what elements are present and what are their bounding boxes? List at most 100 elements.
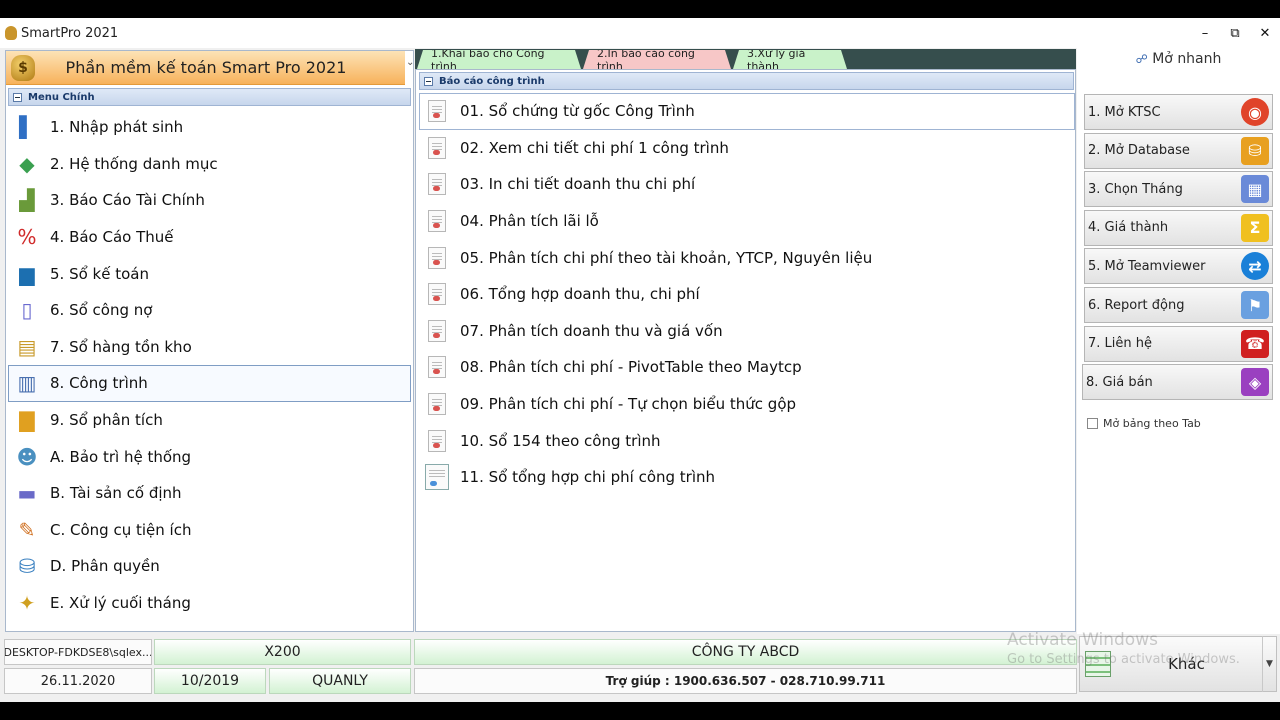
tab-3-xu-ly-gia-thanh[interactable]: 3.Xử lý giá thành: [733, 50, 847, 69]
report-section-title: Báo cáo công trình: [439, 75, 545, 87]
report-item-label: 09. Phân tích chi phí - Tự chọn biểu thứ…: [460, 395, 797, 414]
menu-item-1-nhap-phat-sinh[interactable]: ▌ 1. Nhập phát sinh: [8, 109, 411, 146]
report-item[interactable]: 03. In chi tiết doanh thu chi phí: [419, 166, 1075, 203]
building-icon: ▥: [17, 371, 37, 396]
money-bag-icon: [5, 26, 17, 40]
menu-item-label: A. Bảo trì hệ thống: [50, 447, 192, 466]
menu-item-d-phan-quyen[interactable]: ⛁ D. Phân quyền: [8, 548, 411, 585]
quick-button-3-chon-thang[interactable]: 3. Chọn Tháng ▦: [1084, 171, 1273, 208]
menu-item-2-he-thong-danh-muc[interactable]: ◆ 2. Hệ thống danh mục: [8, 146, 411, 183]
quick-button-2-mo-database[interactable]: 2. Mở Database ⛁: [1084, 132, 1273, 169]
menu-item-label: 3. Báo Cáo Tài Chính: [50, 191, 205, 210]
menu-item-3-bao-cao-tai-chinh[interactable]: ▟ 3. Báo Cáo Tài Chính: [8, 182, 411, 219]
open-as-tab-label: Mở bảng theo Tab: [1103, 417, 1201, 430]
report-item-label: 08. Phân tích chi phí - PivotTable theo …: [460, 358, 802, 377]
menu-item-c-cong-cu-tien-ich[interactable]: ✎ C. Công cụ tiện ích: [8, 512, 411, 549]
report-item[interactable]: 06. Tổng hợp doanh thu, chi phí: [419, 276, 1075, 313]
menu-item-5-so-ke-toan[interactable]: ▆ 5. Sổ kế toán: [8, 255, 411, 292]
report-item[interactable]: 10. Sổ 154 theo công trình: [419, 422, 1075, 459]
report-section-header[interactable]: Báo cáo công trình: [419, 72, 1074, 90]
menu-item-label: 7. Sổ hàng tồn kho: [50, 337, 192, 356]
report-list: 01. Sổ chứng từ gốc Công Trình 02. Xem ch…: [419, 93, 1075, 496]
technician-icon: ☻: [16, 444, 38, 469]
menu-item-label: 2. Hệ thống danh mục: [50, 154, 218, 173]
quick-button-label: 8. Giá bán: [1086, 374, 1153, 390]
report-item[interactable]: 01. Sổ chứng từ gốc Công Trình: [419, 93, 1075, 130]
tab-2-in-bao-cao-cong-trinh[interactable]: 2.In báo cáo công trình: [583, 50, 731, 69]
report-doc-icon: [428, 210, 446, 233]
menu-item-6-so-cong-no[interactable]: ▯ 6. Sổ công nợ: [8, 292, 411, 329]
open-as-tab-checkbox[interactable]: Mở bảng theo Tab: [1087, 417, 1201, 430]
quick-button-4-gia-thanh[interactable]: 4. Giá thành Σ: [1084, 209, 1273, 246]
report-item[interactable]: 09. Phân tích chi phí - Tự chọn biểu thứ…: [419, 386, 1075, 423]
money-bag-icon: $: [11, 54, 35, 81]
menu-item-label: 1. Nhập phát sinh: [50, 118, 184, 137]
collapse-toggle-icon[interactable]: [424, 76, 433, 86]
database-icon: ⛁: [1241, 136, 1269, 165]
report-item[interactable]: 02. Xem chi tiết chi phí 1 công trình: [419, 130, 1075, 167]
report-item-label: 03. In chi tiết doanh thu chi phí: [460, 175, 696, 194]
report-item[interactable]: 05. Phân tích chi phí theo tài khoản, YT…: [419, 239, 1075, 276]
report-item-label: 04. Phân tích lãi lỗ: [460, 212, 599, 231]
report-flag-icon: ⚑: [1241, 291, 1269, 319]
menu-item-label: 8. Công trình: [50, 374, 148, 393]
menu-item-7-so-hang-ton-kho[interactable]: ▤ 7. Sổ hàng tồn kho: [8, 329, 411, 366]
teamviewer-icon: ⇄: [1241, 252, 1269, 281]
quick-button-label: 6. Report động: [1088, 297, 1185, 313]
tab-1-khai-bao-cho-cong-trinh[interactable]: 1.Khai báo cho Công trình: [417, 50, 581, 69]
chrome-icon: ◉: [1241, 98, 1269, 126]
report-doc-icon: [428, 100, 446, 123]
menu-item-label: 4. Báo Cáo Thuế: [50, 228, 174, 247]
report-item[interactable]: 07. Phân tích doanh thu và giá vốn: [419, 313, 1075, 350]
report-item-label: 02. Xem chi tiết chi phí 1 công trình: [460, 138, 729, 157]
report-sheet-icon: [425, 464, 449, 491]
quick-button-1-mo-ktsc[interactable]: 1. Mở KTSC ◉: [1084, 94, 1273, 130]
menu-item-9-so-phan-tich[interactable]: ▇ 9. Sổ phân tích: [8, 402, 411, 439]
quick-button-8-gia-ban[interactable]: 8. Giá bán ◈: [1082, 364, 1273, 401]
menu-item-8-cong-trinh[interactable]: ▥ 8. Công trình: [8, 365, 411, 402]
quick-open-title: Mở nhanh: [1152, 51, 1222, 67]
report-item[interactable]: 11. Sổ tổng hợp chi phí công trình: [419, 459, 1075, 496]
main-menu-panel: $ Phần mềm kế toán Smart Pro 2021 ⌄ Menu…: [5, 50, 414, 632]
menu-item-label: 9. Sổ phân tích: [50, 411, 163, 430]
dropdown-arrow-icon[interactable]: ▼: [1262, 636, 1276, 692]
quick-button-label: 5. Mở Teamviewer: [1088, 258, 1206, 274]
title-bar: SmartPro 2021 – ⧉ ✕: [0, 18, 1280, 48]
checkbox-box[interactable]: [1087, 418, 1098, 429]
app-window: SmartPro 2021 – ⧉ ✕ $ Phần mềm kế toán S…: [0, 18, 1280, 702]
quick-button-7-lien-he[interactable]: 7. Liên hệ ☎: [1084, 325, 1273, 362]
telephone-icon: ☎: [1241, 329, 1269, 358]
menu-item-b-tai-san-co-dinh[interactable]: ▬ B. Tài sản cố định: [8, 475, 411, 512]
report-item[interactable]: 04. Phân tích lãi lỗ: [419, 203, 1075, 240]
magic-wand-icon: ✦: [18, 591, 36, 616]
close-button[interactable]: ✕: [1250, 18, 1280, 48]
main-menu-header[interactable]: Menu Chính: [8, 88, 411, 106]
other-button-label: Khác: [1168, 655, 1205, 673]
menu-item-label: D. Phân quyền: [50, 557, 160, 576]
menu-item-label: E. Xử lý cuối tháng: [50, 594, 191, 613]
menu-item-a-bao-tri-he-thong[interactable]: ☻ A. Bảo trì hệ thống: [8, 438, 411, 475]
quick-button-5-mo-teamviewer[interactable]: 5. Mở Teamviewer ⇄: [1084, 248, 1273, 285]
phone-card-icon: ▯: [21, 298, 33, 323]
inventory-icon: ▤: [17, 334, 37, 359]
other-button[interactable]: Khác ▼: [1079, 636, 1277, 692]
collapse-toggle-icon[interactable]: [13, 92, 22, 102]
restore-button[interactable]: ⧉: [1220, 18, 1250, 48]
menu-item-4-bao-cao-thue[interactable]: % 4. Báo Cáo Thuế: [8, 219, 411, 256]
quick-button-label: 7. Liên hệ: [1088, 336, 1152, 352]
report-item[interactable]: 08. Phân tích chi phí - PivotTable theo …: [419, 349, 1075, 386]
report-item-label: 06. Tổng hợp doanh thu, chi phí: [460, 285, 700, 304]
app-header: $ Phần mềm kế toán Smart Pro 2021: [6, 51, 405, 85]
user-name: QUANLY: [269, 668, 411, 694]
chevron-down-icon[interactable]: ⌄: [406, 57, 414, 68]
quick-button-label: 1. Mở KTSC: [1088, 104, 1161, 120]
quick-button-6-report-dong[interactable]: 6. Report động ⚑: [1084, 287, 1273, 323]
report-doc-icon: [428, 319, 446, 342]
minimize-button[interactable]: –: [1190, 18, 1220, 48]
quick-button-label: 4. Giá thành: [1088, 220, 1169, 236]
tab-bar: 1.Khai báo cho Công trình 2.In báo cáo cô…: [415, 49, 1076, 69]
menu-item-e-xu-ly-cuoi-thang[interactable]: ✦ E. Xử lý cuối tháng: [8, 585, 411, 622]
status-bar: DESKTOP-FDKDSE8\sqlex... X200 CÔNG TY AB…: [0, 634, 1280, 702]
percent-icon: %: [17, 225, 37, 250]
company-name: CÔNG TY ABCD: [414, 639, 1077, 665]
